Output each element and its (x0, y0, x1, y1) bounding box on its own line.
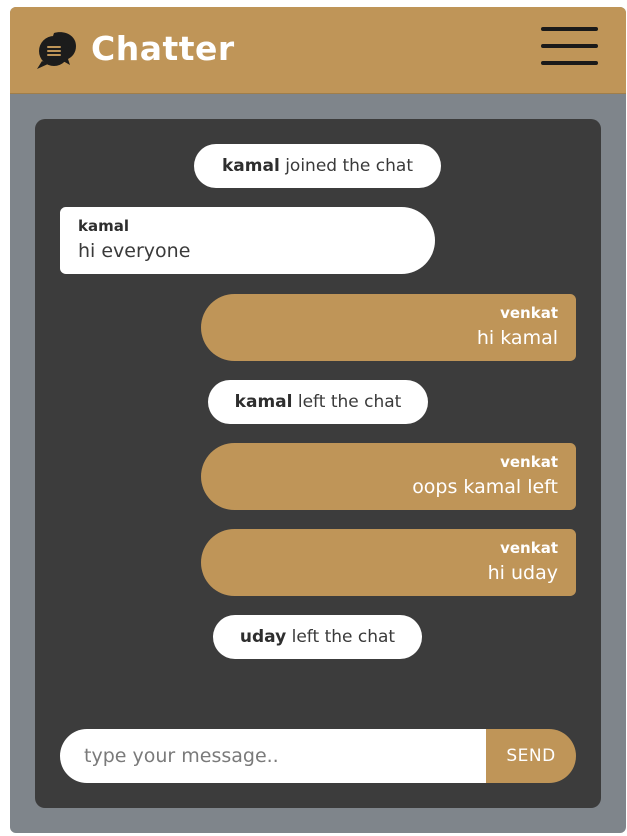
outgoing-message: venkat hi uday (201, 529, 576, 596)
message-text: hi kamal (476, 327, 558, 349)
message-sender: venkat (500, 453, 558, 471)
chat-app: Chatter kamal joined the chat kamal hi e… (10, 7, 626, 833)
event-message: kamal left the chat (208, 380, 428, 424)
message-text: hi everyone (78, 240, 191, 262)
app-title: Chatter (91, 29, 235, 68)
message-text: oops kamal left (412, 476, 558, 498)
hamburger-menu-icon[interactable] (541, 27, 598, 67)
message-sender: venkat (500, 304, 558, 322)
message-text: hi uday (487, 562, 558, 584)
message-composer: SEND (60, 729, 576, 783)
app-header: Chatter (10, 7, 626, 94)
chat-panel: kamal joined the chat kamal hi everyone … (35, 119, 601, 808)
event-user: uday (239, 627, 287, 647)
event-user: kamal (234, 392, 293, 412)
incoming-message: kamal hi everyone (60, 207, 435, 274)
event-message: uday left the chat (213, 615, 422, 659)
event-message: kamal joined the chat (194, 144, 441, 188)
send-button[interactable]: SEND (486, 729, 576, 783)
outgoing-message: venkat hi kamal (201, 294, 576, 361)
event-text: joined the chat (285, 156, 413, 176)
event-text: left the chat (297, 392, 402, 412)
menu-bar (541, 61, 598, 65)
event-text: left the chat (291, 627, 396, 647)
menu-bar (541, 27, 598, 31)
message-sender: kamal (78, 217, 129, 235)
menu-bar (541, 44, 598, 48)
message-sender: venkat (500, 539, 558, 557)
chat-bubbles-icon (37, 32, 76, 69)
outgoing-message: venkat oops kamal left (201, 443, 576, 510)
event-user: kamal (222, 156, 280, 176)
message-input[interactable] (60, 729, 486, 783)
